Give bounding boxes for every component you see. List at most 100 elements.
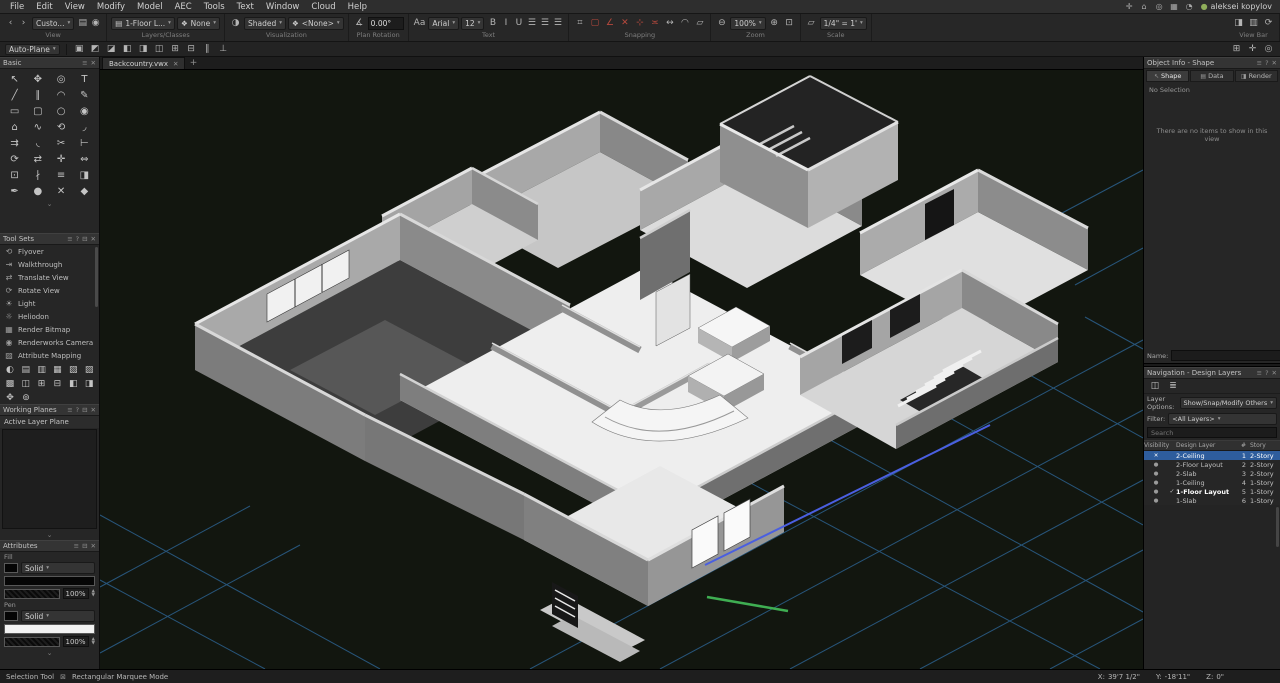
menu-item[interactable]: File <box>4 0 30 14</box>
palette-close-icon[interactable]: ✕ <box>91 406 96 414</box>
render-bucket-icon[interactable]: ◑ <box>229 16 242 30</box>
user-account[interactable]: ● aleksei kopylov <box>1197 2 1276 11</box>
number-column-header[interactable]: # <box>1236 442 1248 449</box>
name-column-header[interactable]: Design Layer <box>1176 442 1236 449</box>
pen-color-swatch[interactable] <box>4 624 95 634</box>
palette-help-icon[interactable]: ? <box>1265 59 1268 67</box>
palette-close-icon[interactable]: ✕ <box>91 59 96 67</box>
visibility-toggle[interactable]: ● <box>1144 480 1168 486</box>
tool-button[interactable]: ◎ <box>50 71 73 87</box>
dock-icon[interactable]: ◎ <box>1262 43 1275 55</box>
text-style-button[interactable]: ☰ <box>525 16 538 30</box>
layer-options-dropdown[interactable]: Show/Snap/Modify Others▾ <box>1180 397 1278 409</box>
menu-item[interactable]: Modify <box>91 0 131 14</box>
snap-icon[interactable]: ∠ <box>603 16 616 30</box>
tool-set-item[interactable]: ☀ Light <box>0 297 99 310</box>
palette-dock-icon[interactable]: ⊟ <box>82 406 87 414</box>
font-size-dropdown[interactable]: 12▾ <box>461 17 484 30</box>
palette-help-icon[interactable]: ? <box>1265 369 1268 377</box>
tool-set-item[interactable]: ⇥ Walkthrough <box>0 258 99 271</box>
menu-icon[interactable]: ⌂ <box>1137 2 1152 11</box>
visibility-toggle[interactable]: ● <box>1144 462 1168 468</box>
view-icon[interactable]: ▤ <box>76 16 89 30</box>
mode-icon[interactable]: ▣ <box>73 43 86 55</box>
text-style-button[interactable]: B <box>486 16 499 30</box>
layer-scale-dropdown[interactable]: 1/4" = 1'▾ <box>820 17 867 30</box>
menu-item[interactable]: Window <box>260 0 306 14</box>
navigation-mode-icon[interactable]: ≣ <box>1165 380 1181 392</box>
mode-icon[interactable]: ⊞ <box>169 43 182 55</box>
mode-icon[interactable]: ⊥ <box>217 43 230 55</box>
design-layer-row[interactable]: ● 2-Floor Layout 2 2-Story <box>1144 460 1280 469</box>
tool-button[interactable]: ◉ <box>73 103 96 119</box>
visibility-toggle[interactable]: ✕ <box>1144 453 1168 459</box>
tool-button[interactable]: ⇉ <box>3 135 26 151</box>
menu-item[interactable]: Tools <box>198 0 231 14</box>
active-layer-dropdown[interactable]: ▤1-Floor L...▾ <box>111 17 175 30</box>
tool-button[interactable]: ▭ <box>3 103 26 119</box>
tool-set-item[interactable]: ▦ Render Bitmap <box>0 323 99 336</box>
fill-opacity-bar[interactable] <box>4 589 60 599</box>
visibility-toggle[interactable]: ● <box>1144 489 1168 495</box>
tool-button[interactable]: ⇄ <box>26 151 49 167</box>
menu-icon[interactable]: ◎ <box>1152 2 1167 11</box>
expand-icon[interactable]: ⌄ <box>0 530 99 540</box>
tool-button[interactable]: ✛ <box>50 151 73 167</box>
menu-icon[interactable]: ▦ <box>1167 2 1182 11</box>
menu-icon[interactable]: ◔ <box>1182 2 1197 11</box>
menu-item[interactable]: Model <box>131 0 169 14</box>
render-mode-dropdown[interactable]: Shaded▾ <box>244 17 286 30</box>
tool-set-category-icon[interactable]: ▦ <box>49 363 65 377</box>
close-tab-icon[interactable]: ✕ <box>173 60 178 68</box>
palette-help-icon[interactable]: ? <box>76 406 79 414</box>
palette-menu-icon[interactable]: ≡ <box>67 406 72 414</box>
palette-close-icon[interactable]: ✕ <box>91 235 96 243</box>
story-column-header[interactable]: Story <box>1248 442 1280 449</box>
working-planes-list[interactable] <box>2 429 97 529</box>
tool-set-item[interactable]: ☼ Heliodon <box>0 310 99 323</box>
scrollbar[interactable] <box>1276 507 1279 547</box>
stepper[interactable]: ▲▼ <box>92 638 95 646</box>
active-class-dropdown[interactable]: ❖None▾ <box>177 17 220 30</box>
document-tab[interactable]: Backcountry.vwx ✕ <box>102 57 185 69</box>
scrollbar[interactable] <box>95 247 98 307</box>
snap-icon[interactable]: ▱ <box>693 16 706 30</box>
palette-close-icon[interactable]: ✕ <box>1272 59 1277 67</box>
tool-set-category-icon[interactable]: ◐ <box>2 363 18 377</box>
tool-set-item[interactable]: ⟳ Rotate View <box>0 284 99 297</box>
tool-button[interactable]: ○ <box>50 103 73 119</box>
tool-button[interactable]: ⟲ <box>50 119 73 135</box>
mode-icon[interactable]: ◩ <box>89 43 102 55</box>
palette-menu-icon[interactable]: ≡ <box>1257 59 1262 67</box>
tool-button[interactable]: ◞ <box>73 119 96 135</box>
snap-icon[interactable]: ✕ <box>618 16 631 30</box>
tool-button[interactable]: ∥ <box>26 87 49 103</box>
marquee-mode-icon[interactable]: ⊠ <box>60 673 66 681</box>
tool-button[interactable]: ◠ <box>50 87 73 103</box>
tool-button[interactable]: ∤ <box>26 167 49 183</box>
palette-menu-icon[interactable]: ≡ <box>74 542 79 550</box>
menu-item[interactable]: Cloud <box>305 0 341 14</box>
format-text-icon[interactable]: Aa <box>413 16 427 30</box>
zoom-in-icon[interactable]: ⊕ <box>768 16 781 30</box>
object-name-input[interactable] <box>1171 350 1280 361</box>
object-info-tab[interactable]: ↖ Shape <box>1146 70 1189 82</box>
zoom-out-icon[interactable]: ⊖ <box>715 16 728 30</box>
snap-icon[interactable]: ⌗ <box>573 16 586 30</box>
auto-plane-dropdown[interactable]: Auto-Plane▾ <box>5 44 60 55</box>
mode-icon[interactable]: ∥ <box>201 43 214 55</box>
snap-icon[interactable]: ◠ <box>678 16 691 30</box>
view-bar-icon[interactable]: ⟳ <box>1262 16 1275 30</box>
object-info-tab[interactable]: ▤ Data <box>1190 70 1233 82</box>
tool-button[interactable]: ⟳ <box>3 151 26 167</box>
design-layer-row[interactable]: ● 1-Ceiling 4 1-Story <box>1144 478 1280 487</box>
tool-set-category-icon[interactable]: ⊞ <box>34 377 50 391</box>
tool-set-category-icon[interactable]: ◫ <box>18 377 34 391</box>
tool-set-category-icon[interactable]: ▥ <box>34 363 50 377</box>
snap-icon[interactable]: ≍ <box>648 16 661 30</box>
tool-button[interactable]: ◨ <box>73 167 96 183</box>
tool-button[interactable]: ✕ <box>50 183 73 199</box>
menu-item[interactable]: Help <box>342 0 373 14</box>
tool-set-item[interactable]: ⇄ Translate View <box>0 271 99 284</box>
menu-icon[interactable]: ✛ <box>1122 2 1137 11</box>
